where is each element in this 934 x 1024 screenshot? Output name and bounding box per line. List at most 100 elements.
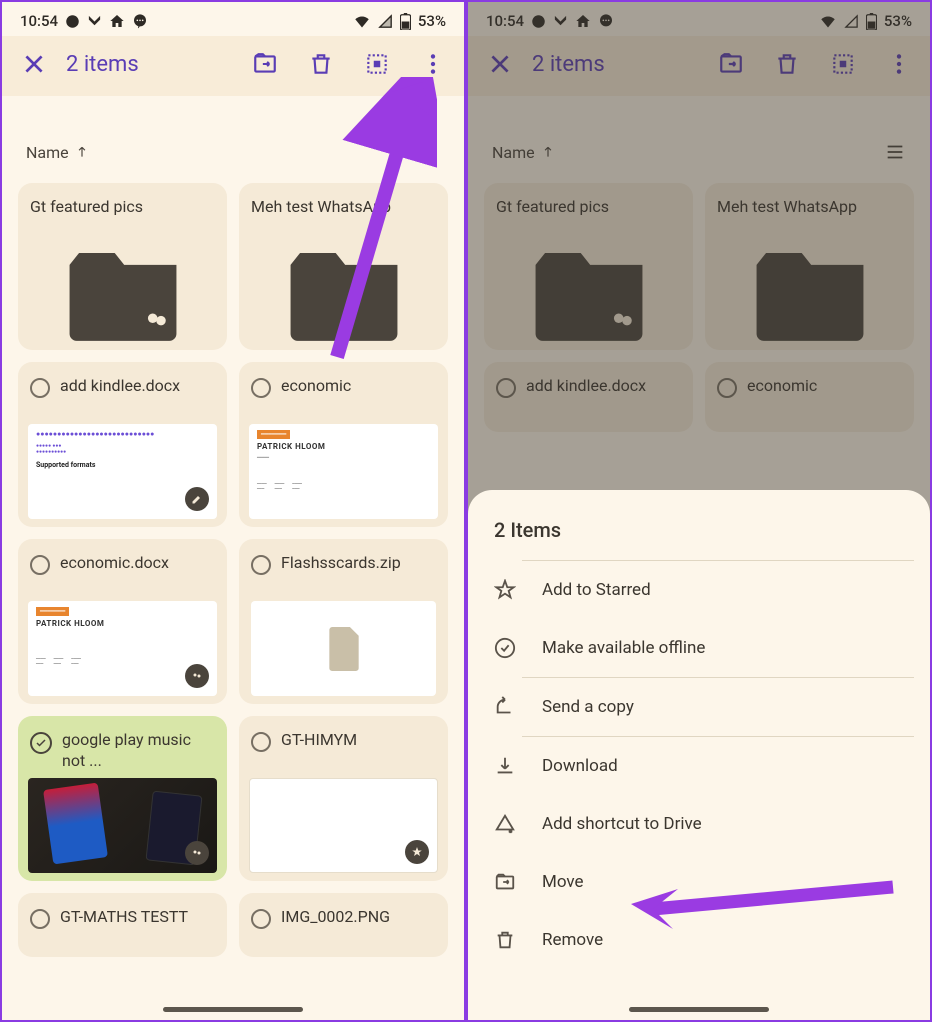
right-screenshot: 10:54 53% 2 items Name — [466, 0, 932, 1022]
edit-badge-icon — [185, 487, 209, 511]
shared-badge-icon — [185, 841, 209, 865]
select-radio[interactable] — [251, 378, 271, 398]
folder-card[interactable]: Gt featured pics — [18, 183, 227, 350]
folder-card[interactable]: Gt featured pics — [484, 183, 693, 350]
left-screenshot: 10:54 53% 2 items Name — [0, 0, 466, 1022]
home-indicator[interactable] — [163, 1007, 303, 1012]
folder-icon — [63, 247, 183, 342]
doc-thumbnail — [249, 778, 438, 873]
delete-icon[interactable] — [308, 51, 334, 77]
doc-thumbnail: ━━━━━━━ PATRICK HLOOM ━━━━━━━━━━━━━━━━━━… — [28, 601, 217, 696]
time: 10:54 — [486, 12, 524, 30]
file-card[interactable]: IMG_0002.PNG — [239, 893, 448, 957]
wifi-icon — [819, 14, 837, 29]
app-icon — [87, 14, 102, 29]
file-card[interactable]: economic.docx ━━━━━━━ PATRICK HLOOM ━━━━… — [18, 539, 227, 704]
sort-row: Name — [468, 96, 930, 175]
battery-percent: 53% — [418, 12, 446, 30]
view-list-icon[interactable] — [418, 141, 440, 163]
sort-row: Name — [2, 96, 464, 175]
menu-send-a-copy[interactable]: Send a copy — [468, 678, 930, 736]
select-radio[interactable] — [30, 909, 50, 929]
close-icon[interactable] — [486, 50, 514, 78]
select-radio[interactable] — [30, 555, 50, 575]
file-card[interactable]: GT-HIMYM — [239, 716, 448, 881]
file-card[interactable]: add kindlee.docx — [484, 362, 693, 432]
file-card-selected[interactable]: google play music not ... — [18, 716, 227, 881]
delete-icon[interactable] — [774, 51, 800, 77]
file-card[interactable]: Flashsscards.zip — [239, 539, 448, 704]
folder-icon — [750, 247, 870, 342]
menu-download[interactable]: Download — [468, 737, 930, 795]
sheet-title: 2 Items — [468, 514, 930, 560]
select-radio[interactable] — [717, 378, 737, 398]
folder-card[interactable]: Meh test WhatsApp — [239, 183, 448, 350]
file-card[interactable]: economic ━━━━━━━ PATRICK HLOOM ━━━━ ━━━━… — [239, 362, 448, 527]
select-radio[interactable] — [251, 732, 271, 752]
selection-action-bar: 2 items — [468, 36, 930, 96]
doc-thumbnail: ━━━━━━━ PATRICK HLOOM ━━━━ ━━━━━━━━━━━━━… — [249, 424, 438, 519]
download-icon — [494, 755, 516, 777]
more-icon[interactable] — [886, 51, 912, 77]
wifi-icon — [353, 14, 371, 29]
menu-make-available-offline[interactable]: Make available offline — [468, 619, 930, 677]
time: 10:54 — [20, 12, 58, 30]
home-icon — [575, 13, 591, 29]
selection-count: 2 items — [66, 52, 224, 77]
more-icon[interactable] — [420, 51, 446, 77]
messages-icon — [132, 13, 148, 29]
view-list-icon[interactable] — [884, 141, 906, 163]
signal-icon — [378, 14, 393, 29]
select-radio[interactable] — [496, 378, 516, 398]
offline-icon — [494, 637, 516, 659]
file-card[interactable]: add kindlee.docx ●●●●●●●●●●●●●●●●●●●●●●●… — [18, 362, 227, 527]
messages-icon — [598, 13, 614, 29]
move-folder-icon — [494, 871, 516, 893]
home-indicator[interactable] — [629, 1007, 769, 1012]
app-icon — [553, 14, 568, 29]
sort-button[interactable]: Name — [492, 143, 555, 162]
file-card[interactable]: GT-MATHS TESTT — [18, 893, 227, 957]
chat-icon — [65, 14, 80, 29]
battery-icon — [400, 13, 411, 30]
selection-action-bar: 2 items — [2, 36, 464, 96]
drive-shortcut-icon — [494, 813, 516, 835]
folder-icon — [529, 247, 649, 342]
home-icon — [109, 13, 125, 29]
status-bar: 10:54 53% — [468, 2, 930, 36]
file-thumbnail — [251, 601, 436, 696]
folder-icon — [284, 247, 404, 342]
battery-percent: 53% — [884, 12, 912, 30]
menu-remove[interactable]: Remove — [468, 911, 930, 969]
battery-icon — [866, 13, 877, 30]
doc-thumbnail: ●●●●●●●●●●●●●●●●●●●●●●●●●●●● ●●●●● ●●● ●… — [28, 424, 217, 519]
close-icon[interactable] — [20, 50, 48, 78]
menu-add-to-starred[interactable]: Add to Starred — [468, 561, 930, 619]
file-card[interactable]: economic — [705, 362, 914, 432]
image-thumbnail — [28, 778, 217, 873]
select-all-icon[interactable] — [830, 51, 856, 77]
star-icon — [494, 579, 516, 601]
trash-icon — [494, 929, 516, 951]
selected-check-icon[interactable] — [30, 732, 52, 754]
folder-card[interactable]: Meh test WhatsApp — [705, 183, 914, 350]
move-icon[interactable] — [252, 51, 278, 77]
menu-move[interactable]: Move — [468, 853, 930, 911]
bottom-sheet: 2 Items Add to Starred Make available of… — [468, 490, 930, 1020]
select-all-icon[interactable] — [364, 51, 390, 77]
select-radio[interactable] — [251, 909, 271, 929]
chat-icon — [531, 14, 546, 29]
shared-badge-icon — [185, 664, 209, 688]
star-badge-icon — [405, 840, 429, 864]
status-bar: 10:54 53% — [2, 2, 464, 36]
move-icon[interactable] — [718, 51, 744, 77]
select-radio[interactable] — [251, 555, 271, 575]
file-grid: Gt featured pics Meh test WhatsApp add k… — [468, 175, 930, 440]
file-grid: Gt featured pics Meh test WhatsApp add k… — [2, 175, 464, 965]
share-icon — [494, 696, 516, 718]
sort-button[interactable]: Name — [26, 143, 89, 162]
menu-add-shortcut[interactable]: Add shortcut to Drive — [468, 795, 930, 853]
selection-count: 2 items — [532, 52, 690, 77]
select-radio[interactable] — [30, 378, 50, 398]
signal-icon — [844, 14, 859, 29]
